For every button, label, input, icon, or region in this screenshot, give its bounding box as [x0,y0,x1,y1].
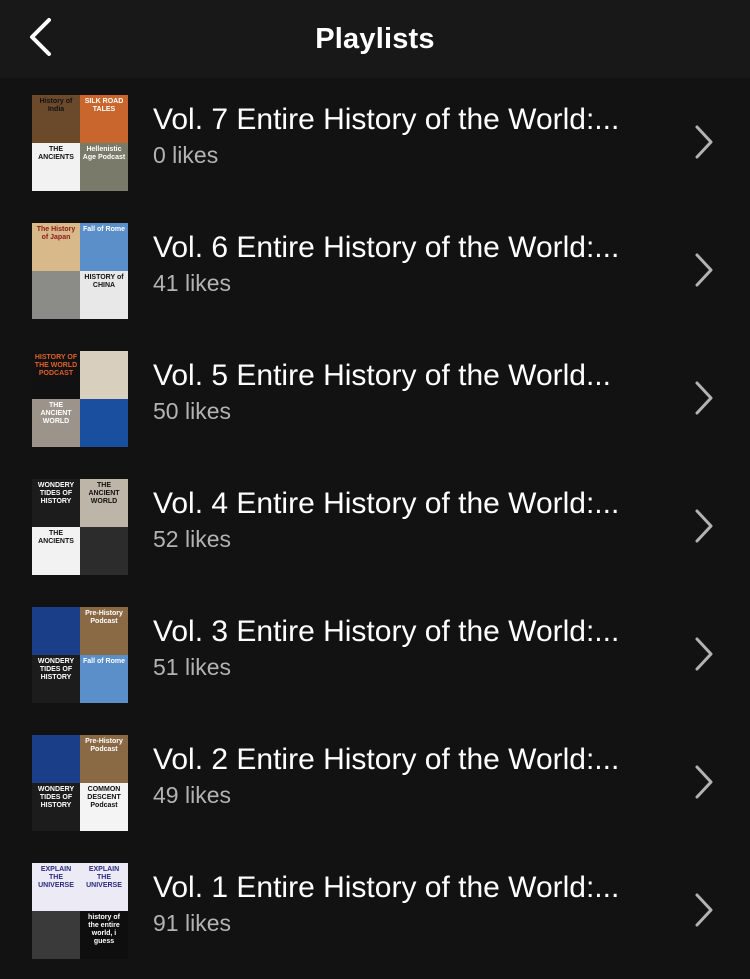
playlist-row[interactable]: WONDERY TIDES OF HISTORY THE ANCIENT WORL… [0,462,750,590]
playlist-likes: 0 likes [153,142,219,168]
playlist-text: Vol. 1 Entire History of the World:... 91… [153,868,673,937]
playlist-name: Vol. 4 Entire History of the World:... [153,487,620,520]
cover-tile: WONDERY TIDES OF HISTORY [32,655,80,703]
chevron-right-icon[interactable] [690,380,718,416]
cover-tile: EXPLAIN THE UNIVERSE [80,863,128,911]
playlist-likes: 49 likes [153,782,231,808]
playlist-text: Vol. 4 Entire History of the World:... 52… [153,484,673,553]
playlist-list: History of India SILK ROAD TALES THE ANCIE… [0,78,750,974]
playlist-cover-mosaic: HISTORY OF THE WORLD PODCAST THE ANCIENT … [32,351,128,447]
cover-tile: Hellenistic Age Podcast [80,143,128,191]
playlist-name: Vol. 3 Entire History of the World:... [153,615,620,648]
cover-tile: WONDERY TIDES OF HISTORY [32,479,80,527]
cover-tile: HISTORY OF THE WORLD PODCAST [32,351,80,399]
chevron-right-icon[interactable] [690,892,718,928]
cover-tile [80,527,128,575]
cover-tile: THE ANCIENTS [32,527,80,575]
chevron-right-icon[interactable] [690,636,718,672]
cover-tile [80,399,128,447]
playlist-row[interactable]: Pre-History Podcast WONDERY TIDES OF HIST… [0,718,750,846]
playlist-likes: 51 likes [153,654,231,680]
cover-tile: History of India [32,95,80,143]
playlist-cover-mosaic: EXPLAIN THE UNIVERSE EXPLAIN THE UNIVERSE… [32,863,128,959]
playlist-likes: 91 likes [153,910,231,936]
playlist-name: Vol. 1 Entire History of the World:... [153,871,620,904]
cover-tile [32,607,80,655]
playlist-name: Vol. 5 Entire History of the World... [153,359,611,392]
playlist-text: Vol. 5 Entire History of the World... 50 … [153,356,673,425]
cover-tile: Fall of Rome [80,223,128,271]
playlist-row[interactable]: History of India SILK ROAD TALES THE ANCIE… [0,78,750,206]
cover-tile: history of the entire world, i guess [80,911,128,959]
playlist-name: Vol. 7 Entire History of the World:... [153,103,620,136]
cover-tile: Pre-History Podcast [80,735,128,783]
playlist-text: Vol. 7 Entire History of the World:... 0 … [153,100,673,169]
playlist-name: Vol. 2 Entire History of the World:... [153,743,620,776]
chevron-right-icon[interactable] [690,508,718,544]
cover-tile [32,271,80,319]
cover-tile: THE ANCIENT WORLD [80,479,128,527]
top-bar: Playlists [0,0,750,78]
cover-tile [80,351,128,399]
playlist-row[interactable]: The History of Japan Fall of Rome HISTORY … [0,206,750,334]
playlist-cover-mosaic: Pre-History Podcast WONDERY TIDES OF HIST… [32,735,128,831]
cover-tile [32,735,80,783]
cover-tile: HISTORY of CHINA [80,271,128,319]
cover-tile: Pre-History Podcast [80,607,128,655]
playlist-likes: 41 likes [153,270,231,296]
cover-tile: The History of Japan [32,223,80,271]
cover-tile: EXPLAIN THE UNIVERSE [32,863,80,911]
playlist-text: Vol. 3 Entire History of the World:... 51… [153,612,673,681]
playlist-row[interactable]: HISTORY OF THE WORLD PODCAST THE ANCIENT … [0,334,750,462]
playlist-cover-mosaic: Pre-History Podcast WONDERY TIDES OF HIST… [32,607,128,703]
playlist-likes: 52 likes [153,526,231,552]
chevron-left-icon [30,18,51,56]
playlist-text: Vol. 2 Entire History of the World:... 49… [153,740,673,809]
back-button[interactable] [20,14,60,60]
cover-tile: SILK ROAD TALES [80,95,128,143]
playlist-cover-mosaic: History of India SILK ROAD TALES THE ANCIE… [32,95,128,191]
cover-tile: Fall of Rome [80,655,128,703]
cover-tile: WONDERY TIDES OF HISTORY [32,783,80,831]
chevron-right-icon[interactable] [690,252,718,288]
chevron-right-icon[interactable] [690,124,718,160]
cover-tile: THE ANCIENT WORLD [32,399,80,447]
playlist-row[interactable]: Pre-History Podcast WONDERY TIDES OF HIST… [0,590,750,718]
cover-tile [32,911,80,959]
playlist-name: Vol. 6 Entire History of the World:... [153,231,620,264]
playlist-cover-mosaic: WONDERY TIDES OF HISTORY THE ANCIENT WORL… [32,479,128,575]
playlist-likes: 50 likes [153,398,231,424]
playlist-cover-mosaic: The History of Japan Fall of Rome HISTORY … [32,223,128,319]
playlist-row[interactable]: EXPLAIN THE UNIVERSE EXPLAIN THE UNIVERSE… [0,846,750,974]
cover-tile: THE ANCIENTS [32,143,80,191]
page-title: Playlists [315,22,435,55]
chevron-right-icon[interactable] [690,764,718,800]
cover-tile: COMMON DESCENT Podcast [80,783,128,831]
playlist-text: Vol. 6 Entire History of the World:... 41… [153,228,673,297]
